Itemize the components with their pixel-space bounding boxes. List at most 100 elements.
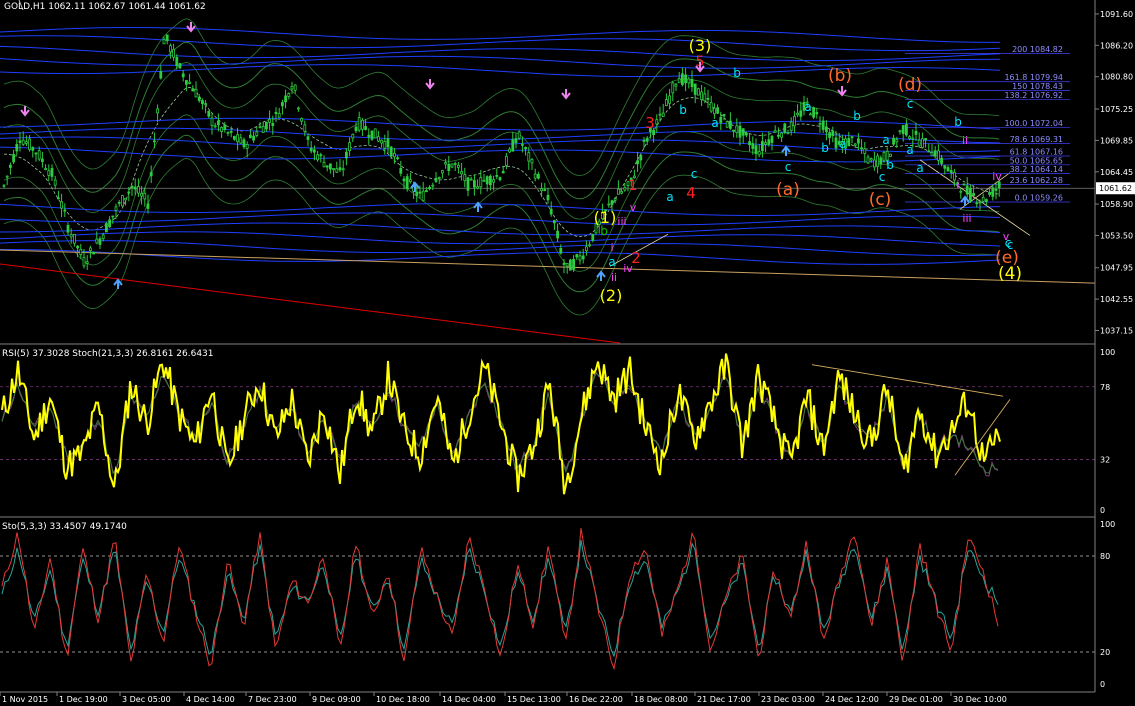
candle-body — [866, 156, 870, 164]
candle-body — [73, 233, 76, 244]
candle-body — [133, 186, 137, 190]
price-tick-label: 1080.80 — [1100, 73, 1133, 82]
candle-body — [828, 132, 831, 138]
candle-body — [386, 138, 390, 148]
candle-body — [389, 146, 393, 157]
wave-label: v — [630, 201, 637, 214]
candle-body — [853, 143, 857, 146]
candle-body — [303, 124, 307, 132]
rsi-tick-label: 32 — [1100, 455, 1110, 464]
candle-body — [578, 255, 582, 261]
candle-body — [972, 193, 975, 196]
fib-level-label: 38.2 1064.14 — [1010, 165, 1063, 174]
candle-body — [713, 107, 716, 115]
candle-body — [700, 91, 703, 100]
candle-body — [460, 171, 464, 175]
candle-body — [41, 158, 44, 162]
wave-label: c — [691, 167, 698, 181]
candle-body — [370, 130, 374, 140]
time-tick-label: 4 Dec 14:00 — [186, 695, 235, 704]
candle-body — [136, 186, 140, 194]
candle-body — [873, 159, 876, 168]
wave-label: a — [916, 161, 923, 175]
candle-body — [565, 263, 569, 267]
candle-body — [296, 107, 300, 110]
candle-body — [767, 139, 771, 145]
candle-body — [210, 117, 214, 127]
wave-label: ii — [611, 271, 617, 284]
candle-body — [121, 195, 124, 207]
candle-body — [415, 191, 419, 196]
candle-body — [248, 134, 252, 139]
rsi-pane-title: RSI(5) 37.3028 Stoch(21,3,3) 26.8161 26.… — [2, 349, 214, 359]
candle-body — [591, 233, 595, 241]
candle-body — [130, 185, 134, 188]
candle-body — [57, 197, 60, 200]
candle-body — [341, 168, 345, 171]
trading-chart[interactable]: 200 1084.82161.8 1079.94150 1078.43138.2… — [0, 0, 1135, 706]
candle-body — [610, 200, 614, 205]
candle-body — [165, 34, 169, 42]
wave-label: i — [610, 241, 613, 254]
candle-body — [229, 130, 233, 133]
candle-body — [271, 123, 275, 126]
candle-body — [178, 63, 182, 69]
candle-body — [588, 244, 591, 247]
candle-body — [975, 202, 979, 205]
wave-label: iv — [992, 170, 1002, 183]
candle-body — [322, 161, 326, 168]
candle-body — [796, 112, 799, 116]
candle-body — [447, 163, 451, 172]
stoch-tick-label: 20 — [1100, 648, 1110, 657]
wave-label: 3 — [645, 114, 655, 132]
fib-level-label: 200 1084.82 — [1012, 45, 1063, 54]
candle-body — [34, 152, 38, 155]
candle-body — [857, 138, 860, 144]
candle-body — [965, 185, 969, 195]
candle-body — [850, 136, 854, 139]
candle-body — [376, 136, 380, 142]
candle-body — [901, 125, 905, 134]
candle-body — [821, 120, 825, 130]
wave-label: iv — [623, 262, 633, 275]
candle-body — [876, 155, 879, 167]
price-tick-label: 1037.15 — [1100, 327, 1133, 336]
candle-body — [684, 74, 687, 84]
fib-level-label: 100.0 1072.04 — [1004, 119, 1063, 128]
time-tick-label: 16 Dec 22:00 — [569, 695, 623, 704]
wave-label: b — [853, 109, 861, 123]
candle-body — [127, 191, 131, 194]
candle-body — [879, 157, 883, 165]
candle-body — [472, 180, 476, 188]
current-price-label: 1061.62 — [1099, 184, 1132, 193]
wave-label: a — [906, 143, 913, 157]
candle-body — [921, 138, 924, 149]
wave-label: (4) — [998, 264, 1022, 284]
candle-body — [453, 163, 457, 165]
candle-body — [124, 197, 127, 201]
wave-label: (d) — [898, 75, 922, 95]
candle-body — [636, 160, 639, 165]
fib-level-label: 78.6 1069.31 — [1010, 135, 1063, 144]
candle-body — [831, 130, 835, 136]
candle-body — [639, 154, 643, 161]
candle-body — [351, 133, 355, 139]
fib-level-label: 161.8 1079.94 — [1004, 73, 1063, 82]
wave-label: (3) — [689, 36, 712, 55]
time-tick-label: 23 Dec 03:00 — [761, 695, 815, 704]
candle-body — [31, 147, 35, 151]
candle-body — [533, 173, 537, 179]
time-tick-label: 9 Dec 09:00 — [312, 695, 361, 704]
candle-body — [200, 100, 204, 105]
candle-body — [149, 172, 153, 177]
candle-body — [937, 150, 940, 161]
candle-body — [306, 136, 310, 140]
candle-body — [553, 220, 556, 224]
candle-body — [745, 132, 748, 136]
rsi-tick-label: 0 — [1100, 506, 1105, 515]
candle-body — [869, 158, 873, 161]
candle-body — [226, 131, 230, 134]
candle-body — [188, 81, 192, 84]
candle-body — [905, 124, 908, 136]
candle-body — [504, 155, 508, 166]
